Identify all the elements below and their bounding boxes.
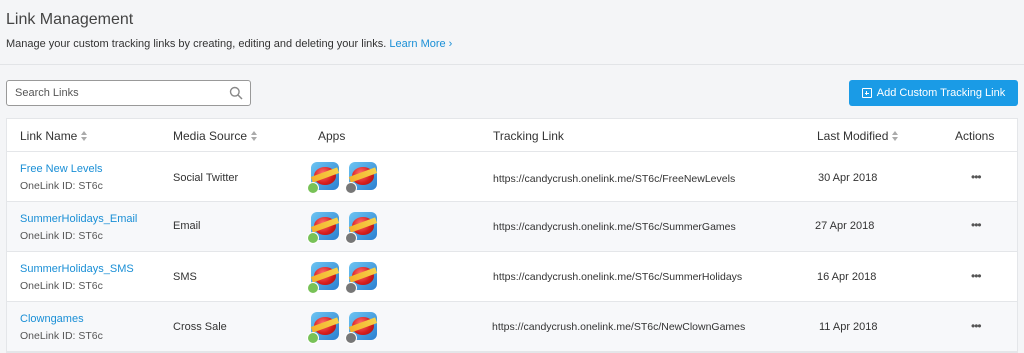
apps-cell xyxy=(307,162,378,194)
table-header: Link Name Media Source Apps Tracking Lin… xyxy=(7,119,1017,152)
media-source: Social Twitter xyxy=(173,172,239,184)
learn-more-link[interactable]: Learn More › xyxy=(389,38,452,50)
column-apps: Apps xyxy=(318,129,345,143)
app-icon-android[interactable] xyxy=(307,212,340,244)
apps-cell xyxy=(307,262,378,294)
tracking-link[interactable]: https://candycrush.onelink.me/ST6c/FreeN… xyxy=(493,173,735,185)
last-modified: 27 Apr 2018 xyxy=(815,220,875,232)
more-actions-icon[interactable]: ••• xyxy=(971,319,982,333)
more-actions-icon[interactable]: ••• xyxy=(971,170,982,184)
apple-badge-icon xyxy=(345,232,357,244)
apple-badge-icon xyxy=(345,182,357,194)
media-source: SMS xyxy=(173,271,197,283)
app-icon-ios[interactable] xyxy=(345,212,378,244)
column-label: Link Name xyxy=(20,129,78,143)
column-label: Last Modified xyxy=(817,129,889,143)
onelink-id: OneLink ID: ST6c xyxy=(20,230,103,242)
search-icon xyxy=(229,86,243,100)
onelink-id: OneLink ID: ST6c xyxy=(20,330,103,342)
links-table: Link Name Media Source Apps Tracking Lin… xyxy=(6,118,1018,353)
page-title: Link Management xyxy=(6,11,134,28)
apple-badge-icon xyxy=(345,332,357,344)
app-icon-android[interactable] xyxy=(307,162,340,194)
tracking-link[interactable]: https://candycrush.onelink.me/ST6c/NewCl… xyxy=(492,321,745,333)
apps-cell xyxy=(307,312,378,344)
column-label: Media Source xyxy=(173,129,248,143)
android-badge-icon xyxy=(307,182,319,194)
column-actions: Actions xyxy=(955,129,994,143)
last-modified: 30 Apr 2018 xyxy=(818,172,878,184)
more-actions-icon[interactable]: ••• xyxy=(971,218,982,232)
sort-icon xyxy=(892,131,899,141)
media-source: Email xyxy=(173,220,201,232)
app-icon-android[interactable] xyxy=(307,262,340,294)
column-tracking-link: Tracking Link xyxy=(493,129,564,143)
app-icon-ios[interactable] xyxy=(345,162,378,194)
android-badge-icon xyxy=(307,282,319,294)
tracking-link[interactable]: https://candycrush.onelink.me/ST6c/Summe… xyxy=(493,271,742,283)
app-icon-android[interactable] xyxy=(307,312,340,344)
media-source: Cross Sale xyxy=(173,321,227,333)
android-badge-icon xyxy=(307,232,319,244)
search-placeholder: Search Links xyxy=(15,87,79,99)
table-row: Free New Levels OneLink ID: ST6c Social … xyxy=(7,152,1017,202)
add-button-label: Add Custom Tracking Link xyxy=(876,87,1006,99)
link-name[interactable]: SummerHolidays_SMS xyxy=(20,263,134,275)
app-icon-ios[interactable] xyxy=(345,262,378,294)
column-label: Tracking Link xyxy=(493,129,564,143)
apps-cell xyxy=(307,212,378,244)
subtitle-text: Manage your custom tracking links by cre… xyxy=(6,38,387,50)
search-input[interactable]: Search Links xyxy=(6,80,251,106)
link-name[interactable]: SummerHolidays_Email xyxy=(20,213,137,225)
last-modified: 16 Apr 2018 xyxy=(817,271,877,283)
link-name[interactable]: Free New Levels xyxy=(20,163,103,175)
android-badge-icon xyxy=(307,332,319,344)
onelink-id: OneLink ID: ST6c xyxy=(20,180,103,192)
column-link-name[interactable]: Link Name xyxy=(20,129,88,143)
sort-icon xyxy=(81,131,88,141)
link-name[interactable]: Clowngames xyxy=(20,313,84,325)
column-last-modified[interactable]: Last Modified xyxy=(817,129,899,143)
column-label: Apps xyxy=(318,129,346,143)
table-row: Clowngames OneLink ID: ST6c Cross Sale h… xyxy=(7,302,1017,352)
column-label: Actions xyxy=(955,129,995,143)
apple-badge-icon xyxy=(345,282,357,294)
page-subtitle: Manage your custom tracking links by cre… xyxy=(6,38,452,50)
table-row: SummerHolidays_SMS OneLink ID: ST6c SMS … xyxy=(7,252,1017,302)
sort-icon xyxy=(251,131,258,141)
tracking-link[interactable]: https://candycrush.onelink.me/ST6c/Summe… xyxy=(493,221,736,233)
plus-square-icon xyxy=(861,88,872,98)
column-media-source[interactable]: Media Source xyxy=(173,129,258,143)
onelink-id: OneLink ID: ST6c xyxy=(20,280,103,292)
last-modified: 11 Apr 2018 xyxy=(819,321,878,333)
app-icon-ios[interactable] xyxy=(345,312,378,344)
table-row: SummerHolidays_Email OneLink ID: ST6c Em… xyxy=(7,202,1017,252)
divider xyxy=(0,64,1024,65)
add-custom-tracking-link-button[interactable]: Add Custom Tracking Link xyxy=(849,80,1018,106)
more-actions-icon[interactable]: ••• xyxy=(971,269,982,283)
